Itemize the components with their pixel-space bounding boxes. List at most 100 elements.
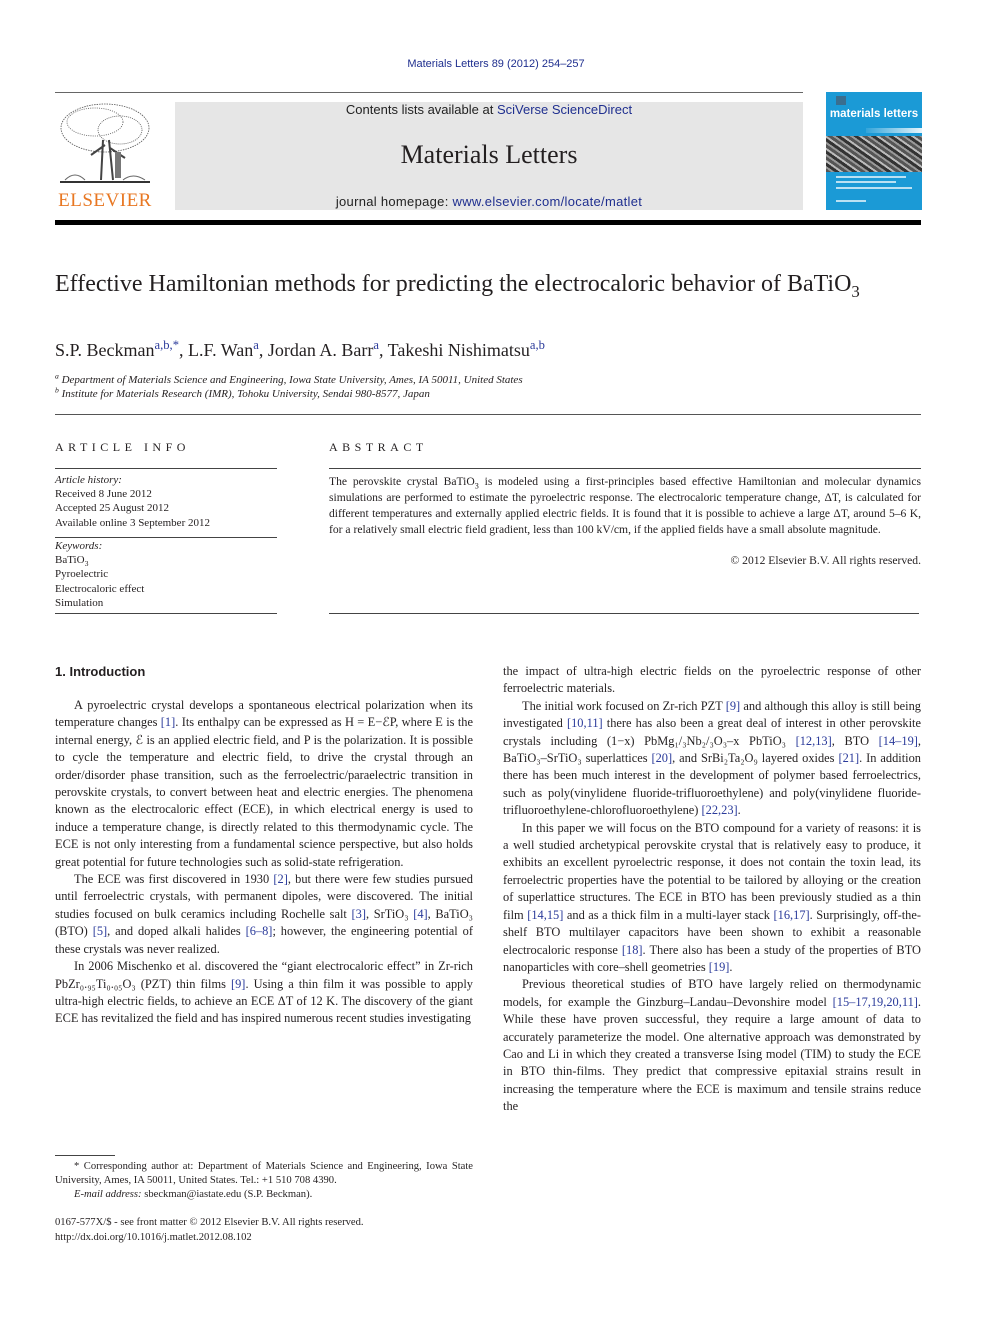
divider	[329, 613, 919, 614]
citation-link[interactable]: [3]	[352, 907, 366, 921]
paragraph: Previous theoretical studies of BTO have…	[503, 977, 921, 1114]
body-column-left: A pyroelectric crystal develops a sponta…	[55, 697, 473, 1028]
paragraph: The initial work focused on Zr-rich PZT …	[503, 698, 921, 818]
affiliation-key: a	[55, 371, 59, 381]
corresponding-author-note: * Corresponding author at: Department of…	[55, 1161, 473, 1186]
author-name[interactable]: L.F. Wan	[188, 340, 253, 360]
abstract-copyright: © 2012 Elsevier B.V. All rights reserved…	[730, 554, 921, 567]
abstract-part: The perovskite crystal BaTiO	[329, 475, 475, 488]
author-affiliation-marker[interactable]: a	[373, 338, 379, 352]
journal-reference-link[interactable]: Materials Letters 89 (2012) 254–257	[0, 58, 992, 70]
cover-title: materials letters	[829, 108, 919, 120]
cover-text-line	[836, 181, 896, 183]
citation-link[interactable]: [14,15]	[527, 908, 563, 922]
body-column-right: the impact of ultra-high electric fields…	[503, 663, 921, 1116]
affiliation-text: Institute for Materials Research (IMR), …	[61, 388, 430, 400]
front-matter: 0167-577X/$ - see front matter © 2012 El…	[55, 1216, 485, 1245]
citation-link[interactable]: [22,23]	[702, 803, 738, 817]
keyword: Electrocaloric effect	[55, 582, 145, 595]
author-affiliation-marker[interactable]: a,b	[530, 338, 545, 352]
article-title-subscript: 3	[851, 281, 860, 301]
homepage-prefix: journal homepage:	[335, 194, 453, 209]
cover-micrograph	[826, 136, 922, 172]
keywords-label: Keywords:	[55, 540, 103, 552]
citation-link[interactable]: [19]	[709, 960, 730, 974]
journal-masthead: Contents lists available at SciVerse Sci…	[175, 102, 803, 210]
paragraph: In 2006 Mischenko et al. discovered the …	[55, 959, 473, 1026]
citation-link[interactable]: [10,11]	[567, 716, 603, 730]
article-info: Article history: Received 8 June 2012 Ac…	[55, 473, 277, 609]
sciencedirect-link[interactable]: SciVerse ScienceDirect	[497, 102, 632, 117]
footnote: * Corresponding author at: Department of…	[55, 1160, 473, 1202]
accepted-date: Accepted 25 August 2012	[55, 502, 169, 515]
received-date: Received 8 June 2012	[55, 488, 152, 501]
contents-prefix: Contents lists available at	[345, 102, 497, 117]
footnote-divider	[55, 1155, 115, 1156]
citation-link[interactable]: [4]	[413, 907, 427, 921]
citation-link[interactable]: [14–19]	[879, 734, 918, 748]
citation-link[interactable]: [5]	[93, 924, 107, 938]
affiliation-a: a Department of Materials Science and En…	[55, 371, 915, 387]
journal-cover-image[interactable]: materials letters	[826, 92, 922, 210]
citation-link[interactable]: [2]	[273, 872, 287, 886]
citation-link[interactable]: [12,13]	[796, 734, 832, 748]
citation-link[interactable]: [1]	[161, 715, 175, 729]
citation-link[interactable]: [9]	[726, 699, 740, 713]
article-title: Effective Hamiltonian methods for predic…	[55, 270, 915, 301]
author-list: S.P. Beckmana,b,*, L.F. Wana, Jordan A. …	[55, 338, 545, 360]
citation-link[interactable]: [18]	[622, 943, 643, 957]
title-divider	[55, 414, 921, 415]
cover-text-line	[836, 187, 912, 189]
author-name[interactable]: Jordan A. Barr	[268, 340, 373, 360]
corresponding-author-marker[interactable]: *	[173, 338, 179, 352]
citation-link[interactable]: [21]	[838, 751, 859, 765]
doi-link[interactable]: http://dx.doi.org/10.1016/j.matlet.2012.…	[55, 1231, 485, 1246]
citation-link[interactable]: [15–17,19,20,11]	[833, 995, 918, 1009]
contents-line: Contents lists available at SciVerse Sci…	[175, 102, 803, 117]
affiliation-text: Department of Materials Science and Engi…	[61, 374, 523, 386]
citation-link[interactable]: [9]	[231, 977, 245, 991]
email-address[interactable]: sbeckman@iastate.edu (S.P. Beckman).	[142, 1189, 312, 1200]
paragraph: In this paper we will focus on the BTO c…	[503, 820, 922, 974]
author-name[interactable]: S.P. Beckman	[55, 340, 155, 360]
elsevier-wordmark: ELSEVIER	[58, 190, 152, 211]
cover-text-line	[836, 200, 866, 202]
author-affiliation-marker[interactable]: a	[253, 338, 259, 352]
author-affiliation-marker[interactable]: a,b,	[155, 338, 173, 352]
affiliation-key: b	[55, 385, 59, 395]
article-history-label: Article history:	[55, 474, 122, 486]
online-date: Available online 3 September 2012	[55, 516, 210, 529]
citation-link[interactable]: [6–8]	[246, 924, 273, 938]
keyword: BaTiO3	[55, 554, 89, 569]
email-note: E-mail address: sbeckman@iastate.edu (S.…	[55, 1188, 473, 1202]
abstract-heading: ABSTRACT	[329, 440, 428, 454]
paragraph: The ECE was first discovered in 1930 [2]…	[55, 872, 474, 956]
article-title-text: Effective Hamiltonian methods for predic…	[55, 271, 852, 297]
journal-title: Materials Letters	[400, 140, 578, 169]
affiliations: a Department of Materials Science and En…	[55, 371, 915, 401]
header-thick-divider	[55, 220, 921, 225]
email-label: E-mail address:	[74, 1189, 142, 1200]
author-name[interactable]: Takeshi Nishimatsu	[388, 340, 530, 360]
tree-icon	[60, 103, 150, 183]
issn-line: 0167-577X/$ - see front matter © 2012 El…	[55, 1217, 364, 1228]
keyword: Simulation	[55, 596, 104, 609]
paragraph: the impact of ultra-high electric fields…	[503, 664, 921, 696]
citation-link[interactable]: [20]	[651, 751, 672, 765]
divider	[329, 468, 921, 469]
affiliation-b: b Institute for Materials Research (IMR)…	[55, 385, 915, 401]
cover-logo-icon	[836, 96, 846, 105]
header-divider	[55, 92, 803, 93]
homepage-link[interactable]: www.elsevier.com/locate/matlet	[453, 194, 643, 209]
divider	[55, 468, 277, 469]
introduction-heading: 1. Introduction	[55, 664, 146, 679]
paragraph: A pyroelectric crystal develops a sponta…	[55, 698, 473, 869]
divider	[55, 537, 277, 538]
homepage-line: journal homepage: www.elsevier.com/locat…	[175, 194, 803, 209]
keywords-block: Keywords: BaTiO3 Pyroelectric Electrocal…	[55, 539, 144, 610]
abstract-text: The perovskite crystal BaTiO3 is modeled…	[329, 474, 921, 538]
citation-link[interactable]: [16,17]	[774, 908, 810, 922]
divider	[55, 613, 277, 614]
elsevier-logo: ELSEVIER	[55, 100, 155, 212]
keyword: Pyroelectric	[55, 568, 109, 581]
